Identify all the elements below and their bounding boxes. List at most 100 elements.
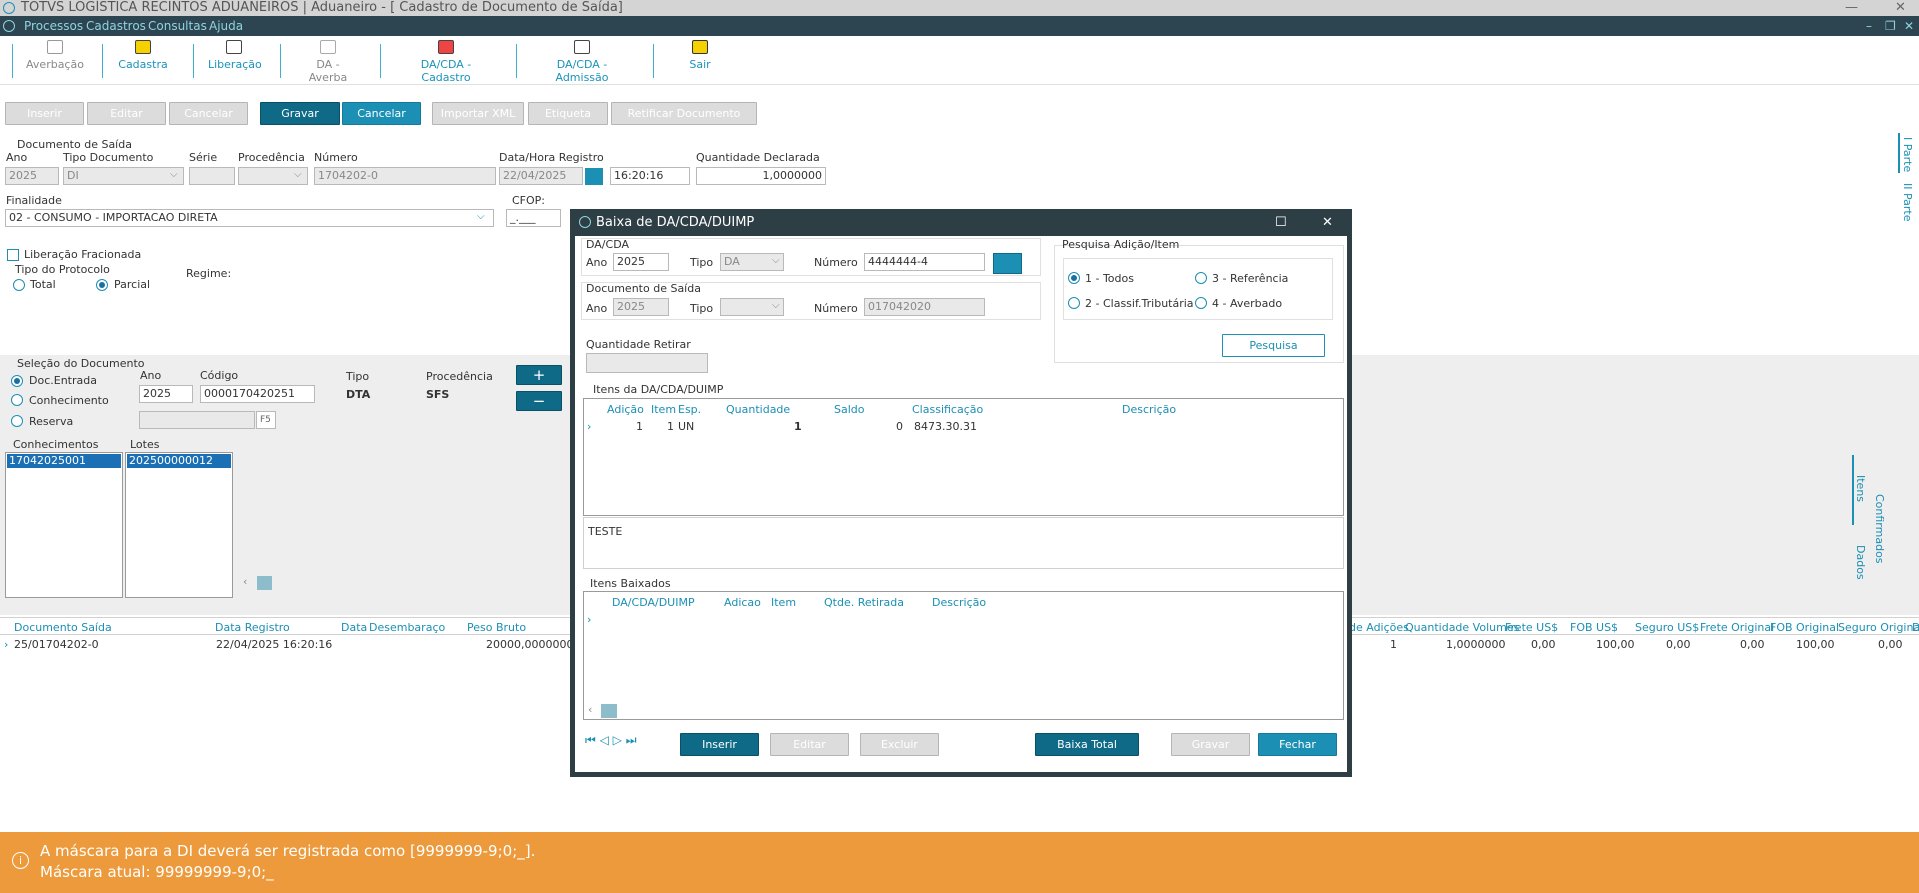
col-peso-bruto[interactable]: Peso Bruto (467, 621, 526, 634)
minimize-icon[interactable]: — (1845, 0, 1858, 16)
doc-entrada-radio[interactable] (11, 375, 23, 387)
tab-ii-parte[interactable]: II Parte (1901, 183, 1914, 221)
add-button[interactable]: + (516, 365, 562, 385)
col-fob-us[interactable]: FOB US$ (1570, 621, 1618, 634)
col-fob-original[interactable]: FOB Original (1770, 621, 1839, 634)
menu-cadastros[interactable]: Cadastros (86, 16, 146, 36)
inserir-button[interactable]: Inserir (5, 102, 84, 125)
reserva-input[interactable] (139, 411, 255, 429)
etiqueta-button[interactable]: Etiqueta (528, 102, 608, 125)
tab-i-parte[interactable]: I Parte (1901, 137, 1914, 172)
col-frete-us[interactable]: Frete US$ (1505, 621, 1558, 634)
editar-button[interactable]: Editar (87, 102, 166, 125)
remove-button[interactable]: − (516, 391, 562, 411)
opt-referencia-radio[interactable] (1195, 272, 1207, 284)
lotes-list[interactable]: 202500000012 (125, 452, 233, 598)
modal-numero2-input[interactable]: 017042020 (864, 298, 985, 316)
scroll-left-icon[interactable]: ‹ (243, 575, 247, 588)
close-icon[interactable]: ✕ (1895, 0, 1906, 16)
modal-ano2-input[interactable]: 2025 (613, 298, 669, 316)
conhecimentos-list[interactable]: 17042025001 (5, 452, 123, 598)
calendar-icon[interactable] (585, 168, 603, 185)
liberacao-fracionada-checkbox[interactable] (7, 249, 19, 261)
data-registro-input[interactable]: 22/04/2025 (499, 167, 583, 185)
col-adicao[interactable]: Adição (607, 403, 644, 416)
serie-input[interactable] (189, 167, 235, 185)
selecao-ano-input[interactable]: 2025 (139, 385, 193, 403)
col-data[interactable]: Data (341, 621, 367, 634)
list-item[interactable]: 202500000012 (127, 454, 231, 468)
toolbar-dacda-admissao[interactable]: DA/CDA - Admissão (532, 40, 632, 84)
modal-gravar-button[interactable]: Gravar (1171, 733, 1250, 756)
col-saldo[interactable]: Saldo (834, 403, 865, 416)
tab-itens[interactable]: Itens (1854, 475, 1867, 502)
col-esp[interactable]: Esp. (678, 403, 701, 416)
col-dacda-duimp[interactable]: DA/CDA/DUIMP (612, 596, 695, 609)
gravar-button[interactable]: Gravar (260, 102, 340, 125)
col-quantidade-volumes[interactable]: Quantidade Volumes (1405, 621, 1519, 634)
cancelar-disabled-button[interactable]: Cancelar (169, 102, 248, 125)
col-adicoes[interactable]: de Adições (1349, 621, 1409, 634)
restore-icon[interactable]: ❐ (1885, 16, 1896, 36)
menu-ajuda[interactable]: Ajuda (209, 16, 243, 36)
col-qtde-retirada[interactable]: Qtde. Retirada (824, 596, 904, 609)
cfop-input[interactable]: _.___ (506, 209, 561, 227)
tipo-documento-select[interactable]: DI (63, 167, 184, 185)
modal-fechar-button[interactable]: Fechar (1258, 733, 1337, 756)
modal-editar-button[interactable]: Editar (770, 733, 849, 756)
scrollbar-thumb[interactable] (601, 704, 617, 718)
col-desembaraco[interactable]: Desembaraço (369, 621, 445, 634)
col-descricao[interactable]: Descrição (1122, 403, 1176, 416)
modal-inserir-button[interactable]: Inserir (680, 733, 759, 756)
f5-button[interactable]: F5 (256, 411, 276, 429)
retificar-documento-button[interactable]: Retificar Documento (611, 102, 757, 125)
col-data-registro[interactable]: Data Registro (215, 621, 290, 634)
cancelar-button[interactable]: Cancelar (342, 102, 421, 125)
scroll-left-icon[interactable]: ‹ (588, 703, 592, 716)
list-item[interactable]: 17042025001 (7, 454, 121, 468)
menu-consultas[interactable]: Consultas (148, 16, 207, 36)
reserva-radio[interactable] (11, 415, 23, 427)
col-item[interactable]: Item (771, 596, 796, 609)
conhecimento-radio[interactable] (11, 394, 23, 406)
toolbar-liberacao[interactable]: Liberação (208, 40, 262, 71)
toolbar-cadastra[interactable]: Cadastra (118, 40, 168, 71)
baixados-grid[interactable] (583, 591, 1344, 720)
pesquisa-button[interactable]: Pesquisa (1222, 334, 1325, 357)
opt-todos-radio[interactable] (1068, 272, 1080, 284)
modal-numero-input[interactable]: 4444444-4 (864, 253, 985, 271)
close-icon[interactable]: ✕ (1322, 209, 1333, 236)
col-quantidade[interactable]: Quantidade (726, 403, 790, 416)
col-classificacao[interactable]: Classificação (912, 403, 983, 416)
col-documento-saida[interactable]: Documento Saída (14, 621, 112, 634)
col-adicao[interactable]: Adicao (724, 596, 761, 609)
hora-registro-input[interactable]: 16:20:16 (610, 167, 690, 185)
selecao-codigo-input[interactable]: 0000170420251 (200, 385, 315, 403)
tab-dados[interactable]: Dados (1854, 545, 1867, 580)
finalidade-select[interactable]: 02 - CONSUMO - IMPORTACAO DIRETA (5, 209, 494, 227)
quantidade-declarada-input[interactable]: 1,0000000 (696, 167, 826, 185)
col-d[interactable]: D (1912, 621, 1919, 634)
col-descricao[interactable]: Descrição (932, 596, 986, 609)
close-icon[interactable]: ✕ (1904, 16, 1914, 36)
baixa-total-button[interactable]: Baixa Total (1035, 733, 1139, 756)
ano-input[interactable]: 2025 (5, 167, 59, 185)
toolbar-dacda-cadastro[interactable]: DA/CDA - Cadastro (396, 40, 496, 84)
col-seguro-original[interactable]: Seguro Original (1838, 621, 1919, 634)
toolbar-sair[interactable]: Sair (686, 40, 714, 71)
menu-processos[interactable]: Processos (24, 16, 83, 36)
toolbar-da-averba[interactable]: DA - Averba (296, 40, 360, 84)
col-item[interactable]: Item (651, 403, 676, 416)
total-radio[interactable] (13, 279, 25, 291)
parcial-radio[interactable] (96, 279, 108, 291)
search-icon[interactable] (993, 253, 1022, 274)
modal-excluir-button[interactable]: Excluir (860, 733, 939, 756)
col-seguro-us[interactable]: Seguro US$ (1635, 621, 1699, 634)
numero-input[interactable]: 1704202-0 (314, 167, 496, 185)
tab-confirmados[interactable]: Confirmados (1873, 494, 1886, 564)
qtd-retirar-input[interactable] (586, 353, 708, 373)
col-frete-original[interactable]: Frete Original (1700, 621, 1774, 634)
minimize-icon[interactable]: – (1866, 16, 1872, 36)
navigator[interactable]: ⏮ ◁ ▷ ⏭ (585, 733, 667, 751)
opt-averbado-radio[interactable] (1195, 297, 1207, 309)
